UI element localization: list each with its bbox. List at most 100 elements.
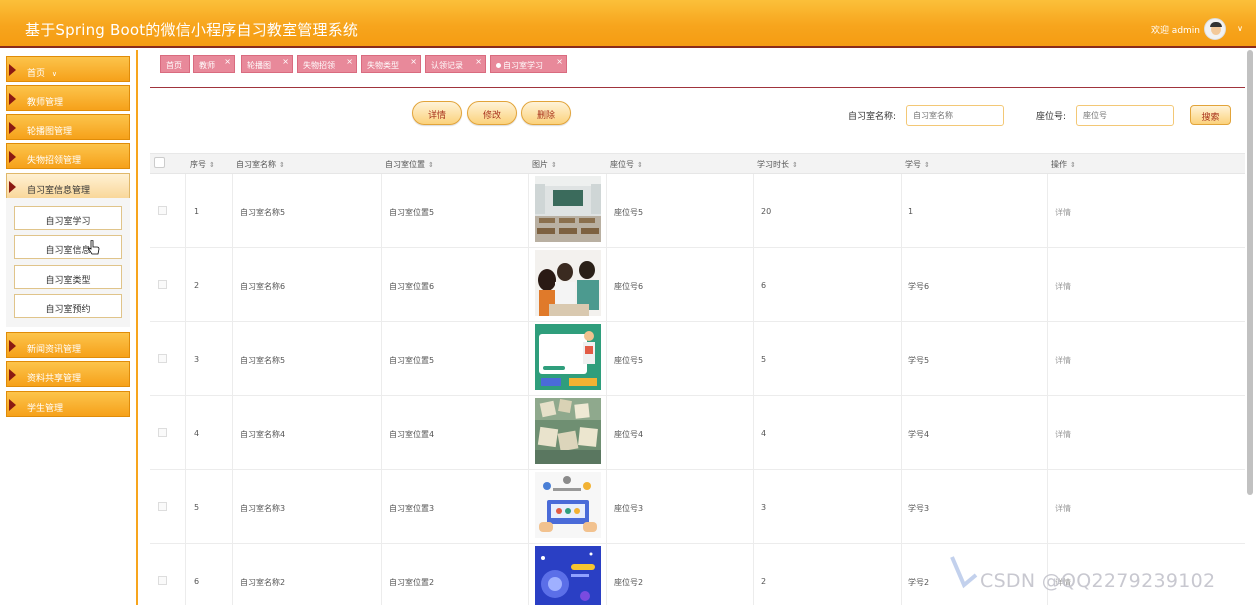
action-letters-image[interactable] — [535, 398, 601, 464]
sort-icon: ⇕ — [209, 161, 215, 169]
search-button[interactable]: 搜索 — [1190, 105, 1231, 125]
sidebar-item-news[interactable]: 新闻资讯管理 — [6, 332, 130, 358]
row-checkbox[interactable] — [158, 280, 167, 289]
row-detail-link[interactable]: 详情 — [1055, 503, 1071, 514]
cell-room-name: 自习室名称4 — [240, 430, 286, 439]
close-icon[interactable]: × — [475, 57, 482, 66]
cell-room-name: 自习室名称6 — [240, 282, 286, 291]
sidebar-item-home[interactable]: 首页 ∨ — [6, 56, 130, 82]
user-avatar[interactable] — [1204, 18, 1226, 40]
table-row[interactable]: 4 自习室名称4 自习室位置4 座位号4 4 学号4 详情 — [150, 396, 1245, 470]
space-tech-image[interactable] — [535, 546, 601, 605]
cell-student-no: 1 — [908, 207, 914, 216]
sidebar-item-resources[interactable]: 资料共享管理 — [6, 361, 130, 387]
close-icon[interactable]: × — [346, 57, 353, 66]
column-header-label: 自习室位置 — [385, 160, 425, 169]
active-dot-icon — [496, 63, 501, 68]
submenu-item-study-room-type[interactable]: 自习室类型 — [14, 265, 122, 289]
table-row[interactable]: 5 自习室名称3 自习室位置3 座位号3 3 学号3 详情 — [150, 470, 1245, 544]
tab-claim-records[interactable]: 认领记录 × — [425, 55, 486, 73]
column-header-student-no[interactable]: 学号 ⇕ — [905, 159, 930, 170]
hand-cursor-icon — [88, 240, 100, 255]
sidebar-item-lost-found[interactable]: 失物招领管理 — [6, 143, 130, 169]
column-header-room-location[interactable]: 自习室位置 ⇕ — [385, 159, 434, 170]
row-checkbox[interactable] — [158, 354, 167, 363]
data-table: 序号 ⇕ 自习室名称 ⇕ 自习室位置 ⇕ 图片 ⇕ 座位号 ⇕ 学习时长 ⇕ 学号 ⇕ 操作 ⇕… — [150, 153, 1245, 605]
tab-lost-type[interactable]: 失物类型 × — [361, 55, 421, 73]
row-detail-link[interactable]: 详情 — [1055, 429, 1071, 440]
seat-input[interactable] — [1076, 105, 1174, 126]
row-detail-link[interactable]: 详情 — [1055, 355, 1071, 366]
triangle-icon — [9, 122, 16, 134]
triangle-icon — [9, 399, 16, 411]
classroom-image[interactable] — [535, 176, 601, 242]
cell-index: 2 — [194, 281, 200, 290]
column-header-image[interactable]: 图片 ⇕ — [532, 159, 557, 170]
table-row[interactable]: 2 自习室名称6 自习室位置6 座位号6 6 学号6 详情 — [150, 248, 1245, 322]
sidebar-item-students[interactable]: 学生管理 — [6, 391, 130, 417]
select-all-checkbox[interactable] — [154, 157, 165, 168]
close-icon[interactable]: × — [410, 57, 417, 66]
column-header-index[interactable]: 序号 ⇕ — [190, 159, 215, 170]
user-menu-chevron-icon[interactable]: ∨ — [1237, 24, 1243, 33]
space-tech-picture — [535, 546, 601, 605]
sidebar-item-label: 学生管理 — [27, 404, 64, 414]
students-studying-image[interactable] — [535, 250, 601, 316]
delete-button[interactable]: 删除 — [521, 101, 571, 125]
tab-home[interactable]: 首页 — [160, 55, 190, 73]
cell-index: 5 — [194, 503, 200, 512]
tab-carousel[interactable]: 轮播图 × — [241, 55, 293, 73]
table-row[interactable]: 3 自习室名称5 自习室位置5 座位号5 5 学号5 详情 — [150, 322, 1245, 396]
edit-button[interactable]: 修改 — [467, 101, 517, 125]
sidebar-item-study-room-info[interactable]: 自习室信息管理 — [6, 173, 130, 199]
sidebar-item-label: 新闻资讯管理 — [27, 345, 82, 355]
row-checkbox[interactable] — [158, 206, 167, 215]
watermark-text: CSDN @QQ2279239102 — [980, 570, 1216, 592]
vertical-scrollbar[interactable] — [1247, 50, 1253, 495]
cell-student-no: 学号4 — [908, 430, 930, 439]
close-icon[interactable]: × — [556, 57, 563, 66]
submenu-item-study-room-study[interactable]: 自习室学习 — [14, 206, 122, 230]
row-checkbox[interactable] — [158, 428, 167, 437]
column-header-room-name[interactable]: 自习室名称 ⇕ — [236, 159, 285, 170]
row-checkbox[interactable] — [158, 502, 167, 511]
action-letters-picture — [535, 398, 601, 464]
close-icon[interactable]: × — [282, 57, 289, 66]
column-header-label: 序号 — [190, 160, 206, 169]
e-learning-image[interactable] — [535, 472, 601, 538]
room-name-label: 自习室名称: — [848, 112, 897, 122]
sidebar-item-label: 失物招领管理 — [27, 156, 82, 166]
row-detail-link[interactable]: 详情 — [1055, 207, 1071, 218]
tab-study-room-study[interactable]: 自习室学习 × — [490, 55, 567, 73]
tab-divider — [150, 87, 1245, 88]
column-header-seat[interactable]: 座位号 ⇕ — [610, 159, 643, 170]
tab-teachers[interactable]: 教师 × — [193, 55, 235, 73]
column-header-label: 座位号 — [610, 160, 634, 169]
room-name-input[interactable] — [906, 105, 1004, 126]
tab-label: 首页 — [166, 61, 182, 70]
cell-room-name: 自习室名称3 — [240, 504, 286, 513]
cell-room-location: 自习室位置6 — [389, 282, 435, 291]
tab-lost-found[interactable]: 失物招领 × — [297, 55, 357, 73]
submenu-item-study-room-booking[interactable]: 自习室预约 — [14, 294, 122, 318]
online-teacher-image[interactable] — [535, 324, 601, 390]
cell-seat: 座位号3 — [614, 504, 644, 513]
row-detail-link[interactable]: 详情 — [1055, 281, 1071, 292]
detail-button[interactable]: 详情 — [412, 101, 462, 125]
triangle-icon — [9, 181, 16, 193]
column-header-actions[interactable]: 操作 ⇕ — [1051, 159, 1076, 170]
column-header-duration[interactable]: 学习时长 ⇕ — [757, 159, 798, 170]
cell-duration: 4 — [761, 429, 767, 438]
table-row[interactable]: 1 自习室名称5 自习室位置5 座位号5 20 1 详情 — [150, 174, 1245, 248]
row-checkbox[interactable] — [158, 576, 167, 585]
close-icon[interactable]: × — [224, 57, 231, 66]
sidebar-item-carousel[interactable]: 轮播图管理 — [6, 114, 130, 140]
classroom-picture — [535, 176, 601, 242]
sidebar-item-label: 资料共享管理 — [27, 374, 82, 384]
sidebar-item-teachers[interactable]: 教师管理 — [6, 85, 130, 111]
submenu-item-study-room-info[interactable]: 自习室信息 — [14, 235, 122, 259]
column-header-label: 自习室名称 — [236, 160, 276, 169]
cell-room-name: 自习室名称5 — [240, 356, 286, 365]
cell-student-no: 学号3 — [908, 504, 930, 513]
cell-room-location: 自习室位置4 — [389, 430, 435, 439]
